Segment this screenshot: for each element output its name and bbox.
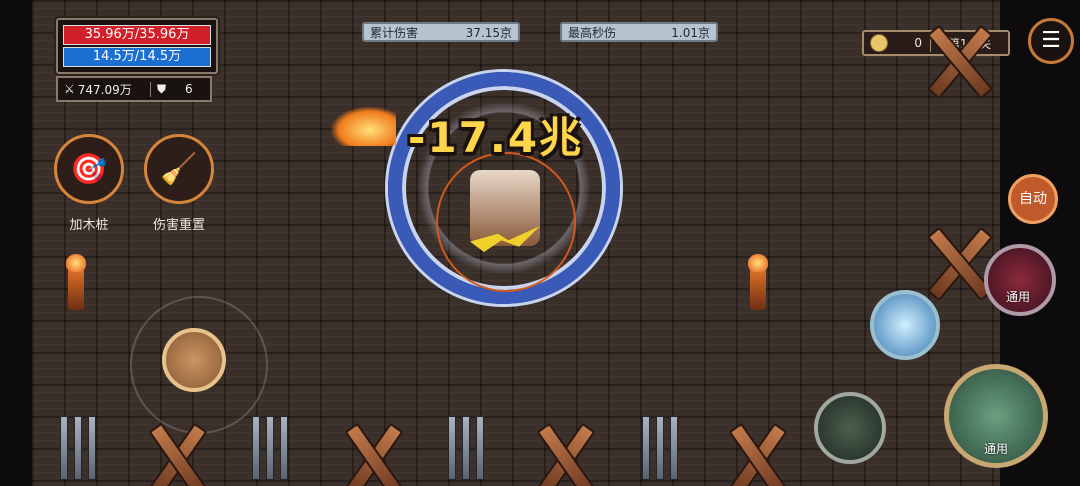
menu-icon[interactable]: ☰ xyxy=(1028,18,1074,64)
skill-button-purple[interactable] xyxy=(984,244,1056,316)
damage-popup: -17.4兆 xyxy=(408,113,584,162)
sword-rack xyxy=(40,416,110,486)
max-dps-box: 最高秒伤 1.01京 xyxy=(560,22,718,42)
hp-bar: 35.96万/35.96万 xyxy=(63,25,211,45)
general-label-2: 通用 xyxy=(984,442,1009,456)
defense-value: 6 xyxy=(185,82,193,96)
spike-trap xyxy=(720,416,790,486)
attack-value: 747.09万 xyxy=(77,82,132,97)
torch-icon xyxy=(748,254,768,310)
flame-effect xyxy=(330,106,396,146)
torch-icon xyxy=(66,254,86,310)
skill-button-ice[interactable] xyxy=(870,290,940,360)
sword-rack xyxy=(622,416,692,486)
sword-rack xyxy=(428,416,498,486)
player-status-panel: 35.96万/35.96万 14.5万/14.5万 xyxy=(56,18,218,74)
total-damage-box: 累计伤害 37.15京 xyxy=(362,22,520,42)
attack-defense-row: ⚔ 747.09万 ⛊ 6 xyxy=(56,76,212,102)
sword-rack xyxy=(232,416,302,486)
coin-icon xyxy=(870,34,888,52)
total-damage-label: 累计伤害 xyxy=(370,25,419,40)
game-screen: 35.96万/35.96万 14.5万/14.5万 ⚔ 747.09万 ⛊ 6 … xyxy=(0,0,1080,486)
max-dps-value: 1.01京 xyxy=(671,25,710,40)
attack-stat: ⚔ 747.09万 xyxy=(58,81,150,98)
spike-trap xyxy=(528,416,598,486)
mp-bar: 14.5万/14.5万 xyxy=(63,47,211,67)
auto-button[interactable]: 自动 xyxy=(1008,174,1058,224)
reset-damage-label: 伤害重置 xyxy=(152,218,205,233)
add-dummy-button[interactable]: 🎯 xyxy=(54,134,124,204)
spike-trap xyxy=(140,416,210,486)
reset-damage-button[interactable]: 🧹 xyxy=(144,134,214,204)
joystick-knob[interactable] xyxy=(162,328,226,392)
shield-icon: ⛊ xyxy=(157,81,167,96)
skill-button-smile[interactable] xyxy=(814,392,886,464)
sword-icon: ⚔ xyxy=(64,82,75,96)
broom-icon: 🧹 xyxy=(160,151,198,187)
general-label-1: 通用 xyxy=(1006,290,1031,304)
left-border xyxy=(0,0,32,486)
spike-trap xyxy=(336,416,406,486)
max-dps-label: 最高秒伤 xyxy=(568,25,617,40)
total-damage-value: 37.15京 xyxy=(465,25,512,40)
training-dummy-icon: 🎯 xyxy=(70,151,108,187)
spike-trap xyxy=(918,20,998,100)
defense-stat: ⛊ 6 xyxy=(150,81,199,97)
add-dummy-label: 加木桩 xyxy=(69,218,109,233)
